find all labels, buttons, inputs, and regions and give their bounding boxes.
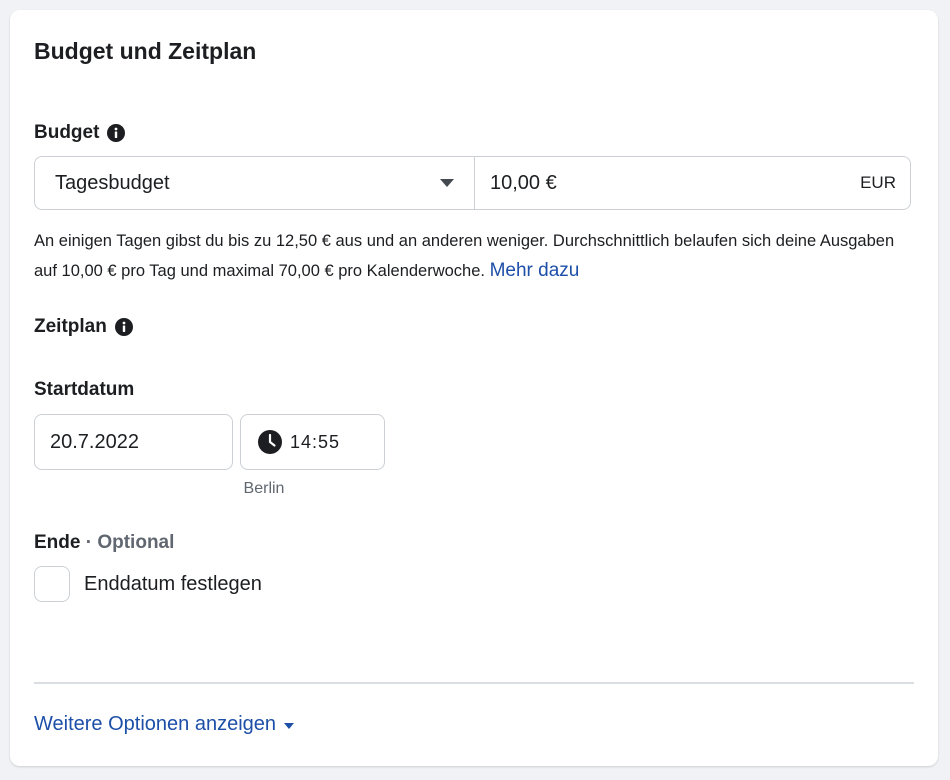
start-date-input[interactable]: 20.7.2022 [34,414,233,470]
info-icon[interactable] [114,318,133,336]
schedule-label: Zeitplan [34,316,107,337]
section-title: Budget und Zeitplan [34,38,257,64]
start-time-input[interactable]: 14:55 [240,414,385,470]
budget-label: Budget [34,122,100,143]
end-label: Ende [34,532,81,553]
chevron-down-icon [440,179,454,187]
budget-type-value: Tagesbudget [55,171,170,194]
section-divider [34,682,914,684]
clock-icon [258,430,282,454]
budget-schedule-card: Budget und Zeitplan Budget Tagesbudget 1… [10,10,938,766]
info-icon[interactable] [107,124,126,142]
budget-amount-input[interactable]: 10,00 € EUR [475,157,910,209]
learn-more-link[interactable]: Mehr dazu [490,260,580,281]
budget-label-row: Budget [34,122,126,144]
budget-help-body: An einigen Tagen gibst du bis zu 12,50 €… [34,232,895,280]
currency-label: EUR [860,173,896,192]
schedule-label-row: Zeitplan [34,316,133,338]
budget-input-group: Tagesbudget 10,00 € EUR [34,156,911,210]
budget-help-text: An einigen Tagen gibst du bis zu 12,50 €… [34,226,914,286]
budget-amount-value: 10,00 € [490,171,557,194]
more-options-label: Weitere Optionen anzeigen [34,713,277,735]
start-date-value: 20.7.2022 [50,430,139,453]
more-options-toggle[interactable]: Weitere Optionen anzeigen [34,713,295,736]
end-date-checkbox-label[interactable]: Enddatum festlegen [84,573,262,596]
timezone-label: Berlin [243,480,285,497]
start-date-label: Startdatum [34,379,134,401]
end-separator: · [80,532,98,553]
end-optional-label: Optional [97,532,175,553]
end-date-checkbox[interactable] [34,566,70,602]
end-date-checkbox-row[interactable]: Enddatum festlegen [34,566,262,602]
start-time-value: 14:55 [290,431,341,452]
end-label-row: Ende · Optional [34,532,174,554]
budget-type-dropdown[interactable]: Tagesbudget [35,157,475,209]
caret-down-icon [284,723,295,729]
start-date-label-text: Startdatum [34,379,135,400]
